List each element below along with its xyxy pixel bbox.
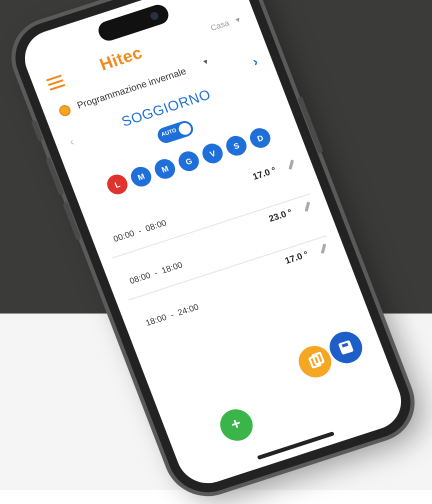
time-slot-range: 00:00 - 08:00	[111, 217, 168, 244]
time-slot-start: 00:00	[111, 227, 136, 244]
time-slot-temperature: 23.0 °	[267, 207, 294, 224]
edit-pencil-icon[interactable]	[304, 201, 311, 212]
auto-toggle-label: AUTO	[160, 127, 178, 139]
sun-icon	[56, 102, 74, 119]
hamburger-menu-icon[interactable]	[45, 74, 66, 91]
house-selector[interactable]: Casa ▼	[209, 15, 243, 33]
toggle-knob	[177, 121, 193, 137]
floppy-disk-icon	[338, 340, 354, 355]
day-button-sunday[interactable]: D	[247, 125, 274, 151]
house-selector-label: Casa	[209, 18, 231, 33]
day-button-tuesday[interactable]: M	[128, 164, 155, 190]
day-button-wednesday[interactable]: M	[151, 156, 179, 182]
time-slot-temperature: 17.0 °	[283, 249, 310, 266]
time-slot-end: 08:00	[143, 217, 168, 234]
time-slot-end: 18:00	[159, 259, 184, 276]
auto-mode-toggle[interactable]: AUTO	[155, 118, 196, 146]
edit-pencil-icon[interactable]	[320, 243, 327, 254]
day-button-saturday[interactable]: S	[223, 133, 250, 159]
day-button-friday[interactable]: V	[199, 141, 226, 166]
day-button-monday[interactable]: L	[104, 172, 131, 197]
time-slot-range: 18:00 - 24:00	[144, 301, 200, 328]
day-button-thursday[interactable]: G	[175, 148, 202, 174]
next-room-chevron-icon[interactable]: ›	[250, 54, 260, 69]
copy-icon	[308, 354, 322, 369]
time-slot-temperature: 17.0 °	[251, 165, 278, 182]
app-logo: Hitec	[97, 43, 145, 75]
add-slot-button[interactable]: +	[215, 405, 258, 445]
time-slot-end: 24:00	[176, 301, 200, 318]
time-slot-start: 08:00	[128, 269, 152, 286]
chevron-down-icon: ▼	[201, 58, 211, 68]
time-slot-range: 08:00 - 18:00	[128, 259, 184, 286]
time-slot-start: 18:00	[144, 311, 169, 328]
chevron-down-icon: ▼	[233, 16, 243, 26]
edit-pencil-icon[interactable]	[288, 159, 295, 170]
plus-icon: +	[228, 415, 244, 434]
camera-icon	[149, 10, 160, 21]
